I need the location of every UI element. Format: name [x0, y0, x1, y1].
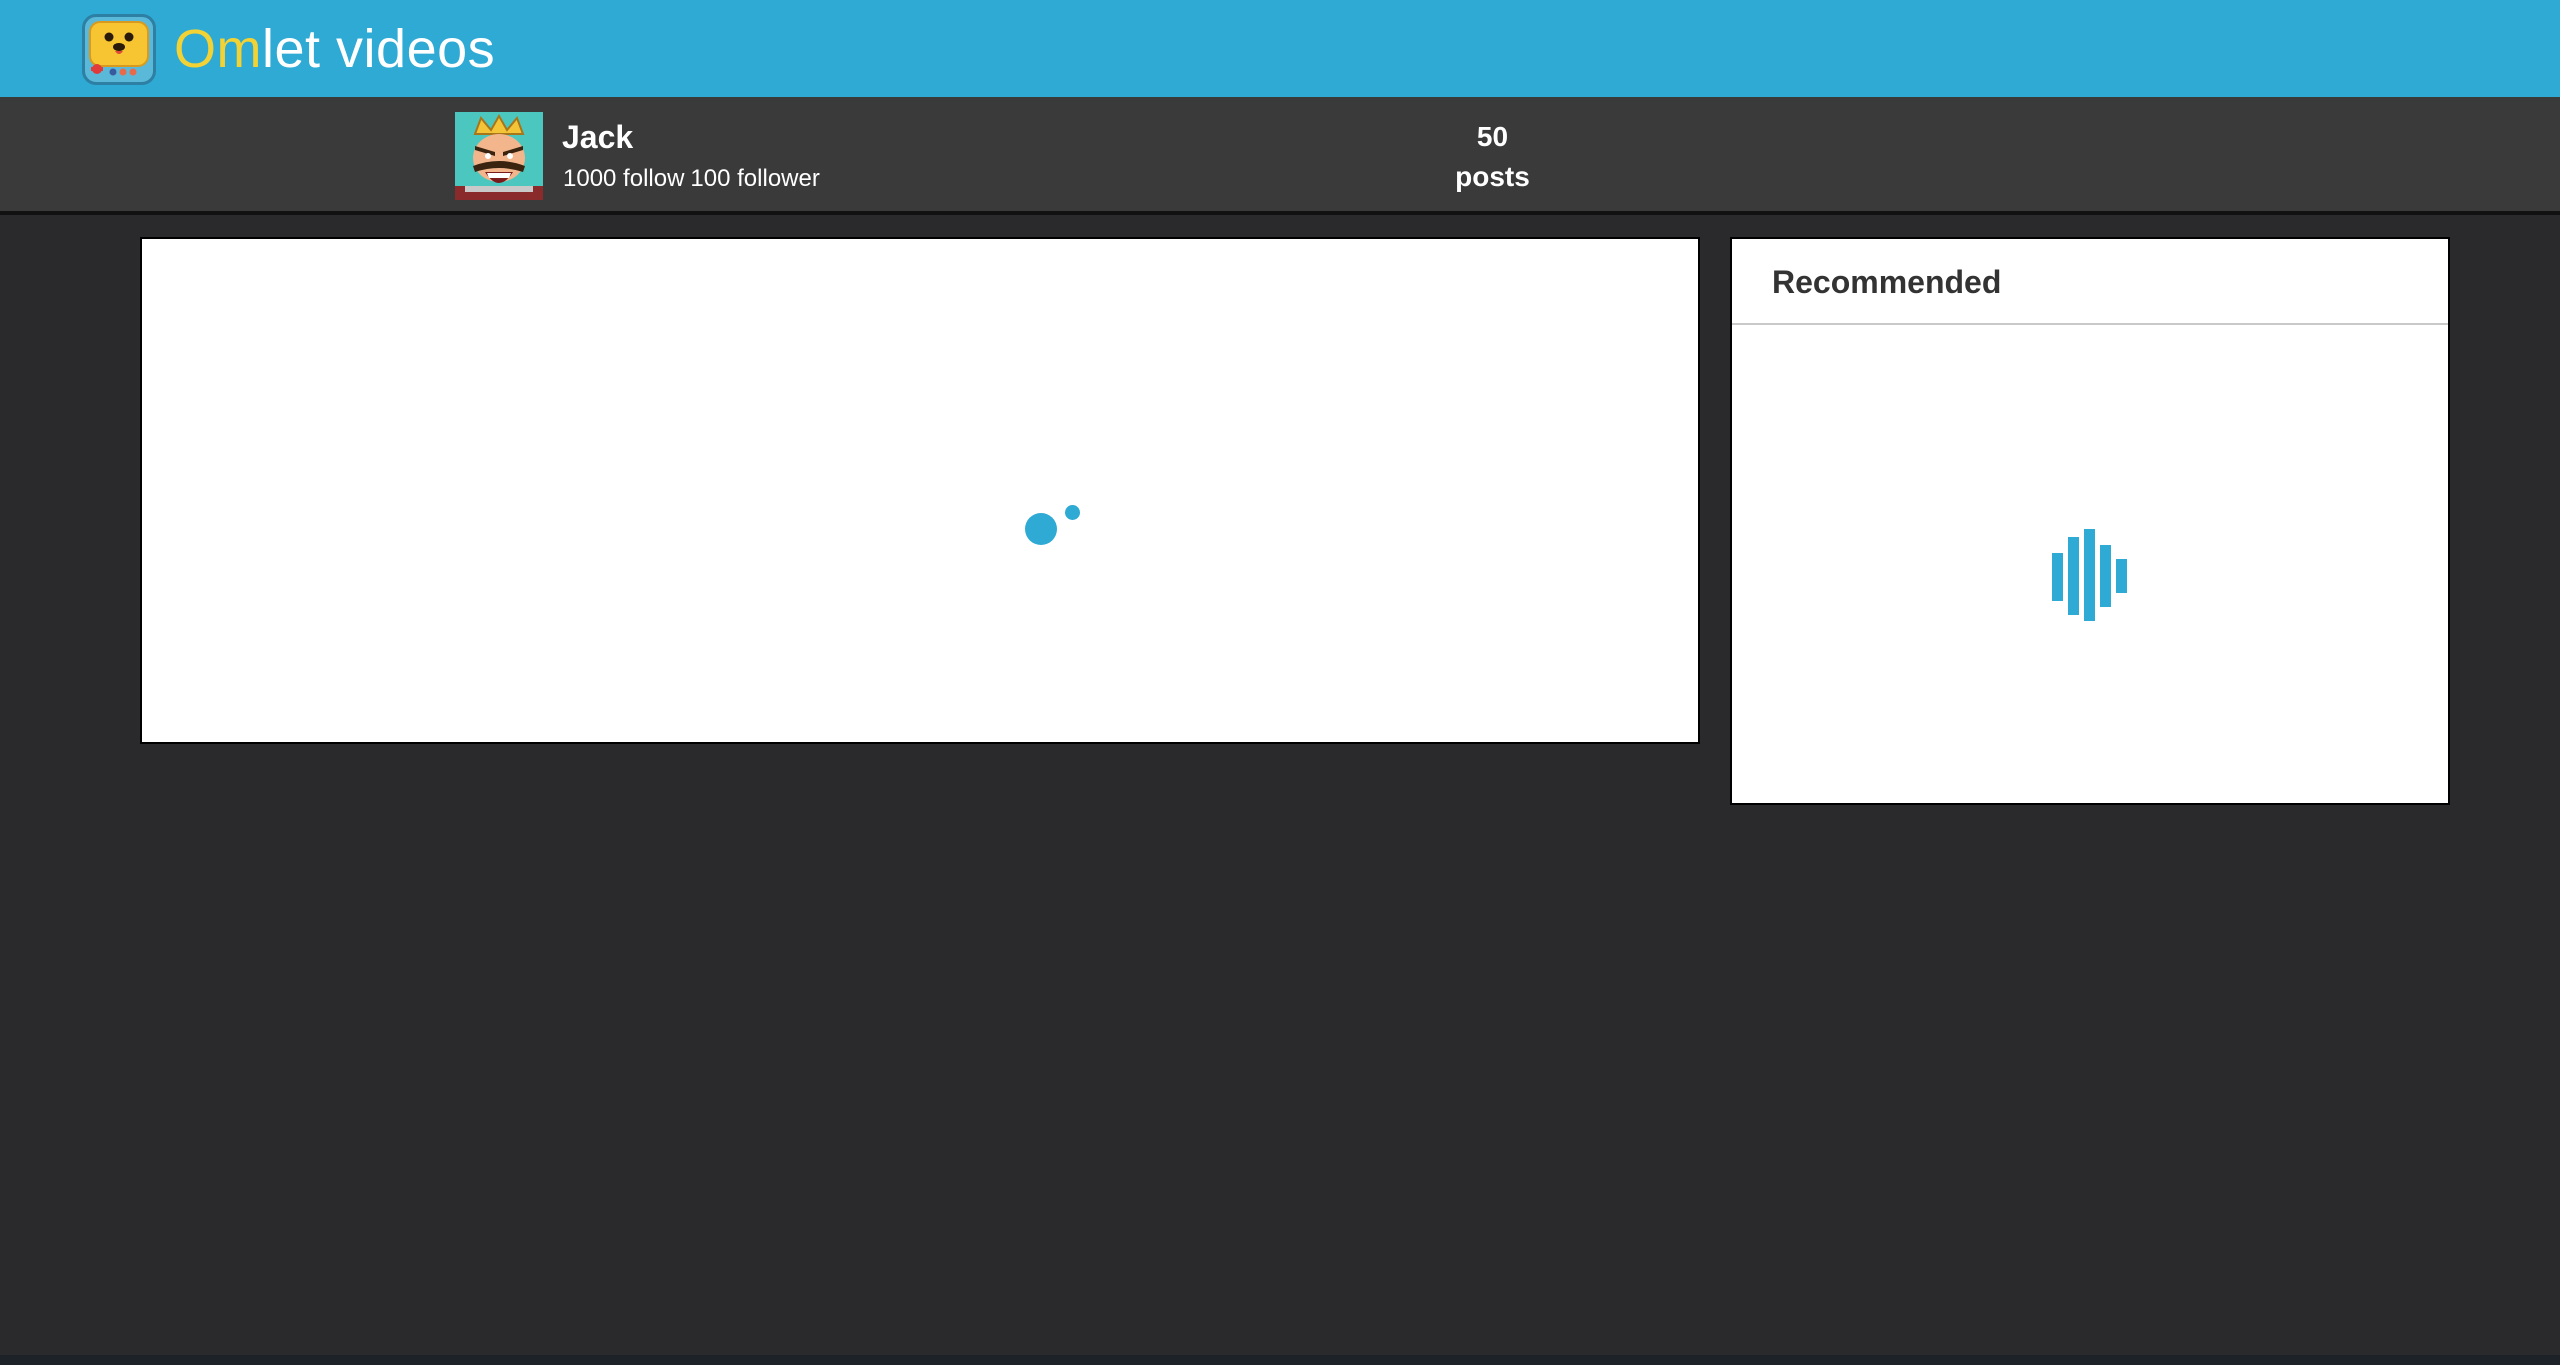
profile-username[interactable]: Jack	[562, 119, 633, 155]
profile-bar: Jack 1000 follow 100 follower 50 posts	[0, 97, 2560, 215]
brand-title[interactable]: Omlet videos	[174, 14, 495, 84]
recommended-title: Recommended	[1772, 264, 2002, 300]
follow-stats: 1000 follow 100 follower	[563, 165, 820, 193]
user-avatar[interactable]	[455, 112, 543, 200]
bars-loading-icon	[2052, 529, 2132, 621]
loader-bar	[2052, 553, 2063, 601]
loader-bar	[2116, 559, 2127, 593]
main-content-panel	[140, 237, 1700, 744]
brand-title-accent: Om	[174, 19, 262, 79]
loader-bar	[2084, 529, 2095, 621]
follow-count[interactable]: 1000 follow	[563, 165, 684, 192]
recommended-header: Recommended	[1732, 239, 2448, 325]
top-header: Omlet videos	[0, 0, 2560, 97]
omlet-logo-icon[interactable]	[82, 14, 156, 85]
follower-count[interactable]: 100 follower	[690, 165, 819, 192]
loader-bar	[2100, 545, 2111, 607]
loader-dot-small	[1065, 505, 1080, 520]
recommended-panel: Recommended	[1730, 237, 2450, 805]
posts-count: 50	[1476, 121, 1509, 152]
loader-dot-large	[1025, 513, 1057, 545]
brand-title-rest: let videos	[262, 19, 496, 79]
posts-label: posts	[1455, 161, 1530, 192]
bottom-edge-strip	[0, 1355, 2560, 1365]
loader-bar	[2068, 537, 2079, 615]
posts-stat[interactable]: 50 posts	[1420, 117, 1565, 197]
